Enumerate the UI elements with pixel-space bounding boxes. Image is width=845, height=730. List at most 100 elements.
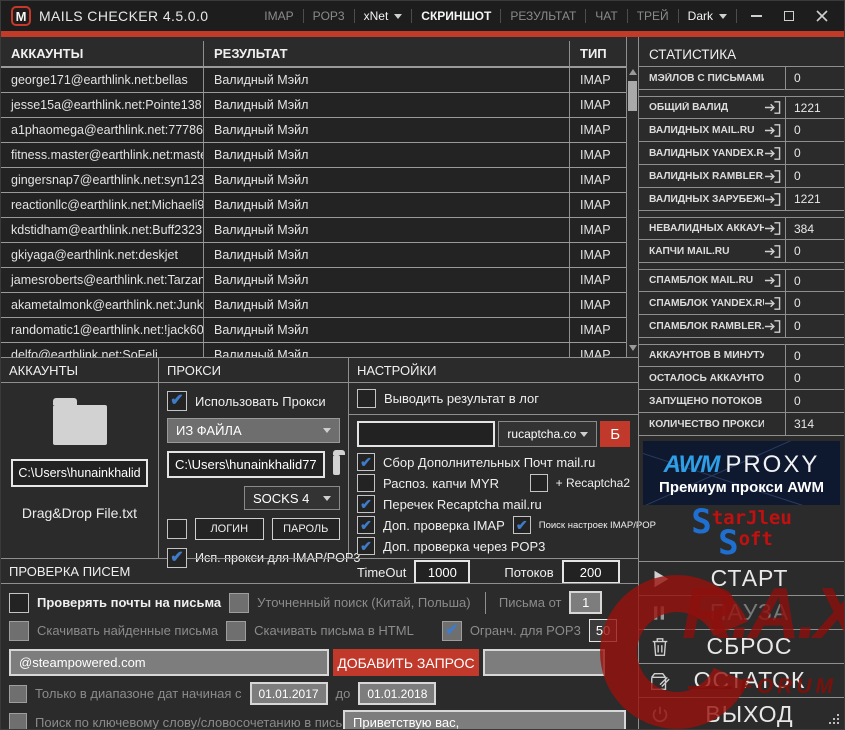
use-proxy-checkbox[interactable] [167, 390, 187, 411]
folder-icon[interactable] [52, 398, 107, 445]
scroll-down-icon[interactable] [629, 345, 637, 351]
table-row[interactable]: fitness.master@earthlink.net:master Вали… [1, 143, 626, 168]
imap-settings-search-checkbox[interactable] [512, 515, 531, 534]
keyword-input[interactable]: Приветствую вас, [343, 710, 626, 729]
cell-account: randomatic1@earthlink.net:!jack6013 [1, 318, 204, 342]
table-row[interactable]: reactionllc@earthlink.net:Michaeli98 Вал… [1, 193, 626, 218]
cell-result: Валидный Мэйл [204, 293, 570, 317]
proxy-type-select[interactable]: SOCKS 4 [244, 486, 340, 510]
download-html-checkbox[interactable] [226, 620, 247, 641]
menu-xnet-dropdown[interactable]: xNet [355, 9, 412, 23]
col-type[interactable]: ТИП [570, 41, 626, 66]
cell-account: fitness.master@earthlink.net:master [1, 143, 204, 167]
scrollbar-thumb[interactable] [628, 81, 637, 111]
letters-from-input[interactable]: 1 [569, 591, 602, 614]
check-mail-checkbox[interactable] [9, 592, 29, 613]
export-icon[interactable] [764, 146, 781, 161]
password-button[interactable]: ПАРОЛЬ [271, 518, 340, 540]
maximize-icon[interactable] [784, 11, 794, 21]
add-query-button[interactable]: ДОБАВИТЬ ЗАПРОС [333, 649, 479, 676]
log-checkbox[interactable] [357, 389, 376, 408]
table-row[interactable]: akametalmonk@earthlink.net:Junkm Валидны… [1, 293, 626, 318]
reset-button[interactable]: СБРОС [639, 630, 844, 664]
pop3-check-checkbox[interactable] [357, 536, 375, 555]
minimize-icon[interactable] [751, 15, 762, 17]
rest-button[interactable]: ОСТАТОК [639, 664, 844, 698]
cell-type: IMAP [580, 73, 611, 87]
table-row[interactable]: kdstidham@earthlink.net:Buff2323 Валидны… [1, 218, 626, 243]
pop3-limit-checkbox[interactable] [441, 620, 462, 641]
menu-imap[interactable]: IMAP [255, 9, 302, 23]
stat-label: ОБЩИЙ ВАЛИД [649, 102, 729, 113]
col-result[interactable]: РЕЗУЛЬТАТ [204, 41, 570, 66]
export-icon[interactable] [764, 221, 781, 236]
pause-button[interactable]: ПАУЗА [639, 596, 844, 630]
starjleu-soft-logo[interactable]: S tarJleu S oft [639, 505, 844, 561]
table-row[interactable]: gingersnap7@earthlink.net:syn1234 Валидн… [1, 168, 626, 193]
close-icon[interactable] [816, 10, 828, 22]
export-icon[interactable] [764, 169, 781, 184]
resize-grip[interactable] [827, 712, 841, 726]
download-html-label: Скачивать письма в HTML [254, 623, 414, 638]
proxy-auth-checkbox[interactable] [167, 519, 187, 539]
recognize-captcha-checkbox[interactable] [357, 474, 375, 492]
folder-icon[interactable] [332, 449, 346, 475]
export-icon[interactable] [764, 319, 781, 334]
table-row[interactable]: randomatic1@earthlink.net:!jack6013 Вали… [1, 318, 626, 343]
exit-button[interactable]: ВЫХОД [639, 698, 844, 729]
collect-mail-checkbox[interactable] [357, 452, 375, 471]
refined-search-checkbox[interactable] [229, 592, 250, 613]
keyword-checkbox[interactable] [9, 713, 27, 729]
awm-proxy-banner[interactable]: AWM PROXY Премиум прокси AWM [643, 441, 840, 505]
accounts-file-path[interactable]: C:\Users\hunainkhalid [11, 459, 148, 487]
menu-pop3[interactable]: POP3 [304, 9, 354, 23]
trash-icon [649, 636, 683, 658]
letters-from-label: Письма от [498, 595, 562, 610]
date-range-checkbox[interactable] [9, 684, 27, 703]
theme-dropdown[interactable]: Dark [679, 9, 736, 23]
stat-row: МЭЙЛОВ С ПИСЬМАМИ 0 [639, 67, 844, 90]
table-row[interactable]: a1phaomega@earthlink.net:7778641 Валидны… [1, 118, 626, 143]
menu-screenshot[interactable]: СКРИНШОТ [412, 9, 500, 23]
start-button[interactable]: СТАРТ [639, 562, 844, 596]
recheck-recaptcha-checkbox[interactable] [357, 494, 375, 513]
download-found-checkbox[interactable] [9, 620, 29, 641]
export-icon[interactable] [764, 123, 781, 138]
export-icon[interactable] [764, 273, 781, 288]
date-to-input[interactable]: 01.01.2018 [358, 682, 437, 705]
rest-label: ОСТАТОК [693, 667, 806, 693]
export-icon[interactable] [764, 244, 781, 259]
table-row[interactable]: delfo@earthlink.net:SoFeli Валидный Мэйл… [1, 343, 626, 357]
proxy-source-select[interactable]: ИЗ ФАЙЛА [167, 418, 340, 443]
extra-query-input[interactable] [483, 649, 605, 676]
recheck-recaptcha-label: Перечек Recaptcha mail.ru [383, 496, 542, 512]
scroll-up-icon[interactable] [629, 69, 637, 75]
table-row[interactable]: jamesroberts@earthlink.net:Tarzan#1 Вали… [1, 268, 626, 293]
stat-label: СПАМБЛОК RAMBLER.RU [649, 320, 764, 332]
captcha-key-input[interactable] [357, 421, 496, 447]
stat-row: ЗАПУЩЕНО ПОТОКОВ 0 [639, 390, 844, 413]
menu-tray[interactable]: ТРЕЙ [628, 9, 678, 23]
proxy-for-imap-checkbox[interactable] [167, 547, 187, 568]
proxy-file-input[interactable]: C:\Users\hunainkhalid77 [167, 451, 325, 478]
balance-button[interactable]: Б [600, 421, 630, 447]
pop3-limit-input[interactable]: 50 [588, 619, 618, 642]
table-row[interactable]: gkiyaga@earthlink.net:deskjet Валидный М… [1, 243, 626, 268]
imap-check-checkbox[interactable] [357, 515, 375, 534]
table-row[interactable]: jesse15a@earthlink.net:Pointe138 Валидны… [1, 93, 626, 118]
login-button[interactable]: ЛОГИН [195, 518, 264, 540]
query-input[interactable]: @steampowered.com [9, 649, 329, 676]
menu-result[interactable]: РЕЗУЛЬТАТ [501, 9, 585, 23]
cell-type: IMAP [580, 123, 611, 137]
export-icon[interactable] [764, 296, 781, 311]
date-from-input[interactable]: 01.01.2017 [249, 682, 328, 705]
table-row[interactable]: george171@earthlink.net:bellas Валидный … [1, 68, 626, 93]
captcha-service-select[interactable]: rucaptcha.co [498, 421, 598, 447]
export-icon[interactable] [764, 100, 781, 115]
recaptcha2-checkbox[interactable] [529, 474, 548, 492]
table-scrollbar[interactable] [626, 37, 638, 357]
col-accounts[interactable]: АККАУНТЫ [1, 41, 204, 66]
export-icon[interactable] [764, 192, 781, 207]
menu-chat[interactable]: ЧАТ [586, 9, 626, 23]
cell-type: IMAP [580, 248, 611, 262]
